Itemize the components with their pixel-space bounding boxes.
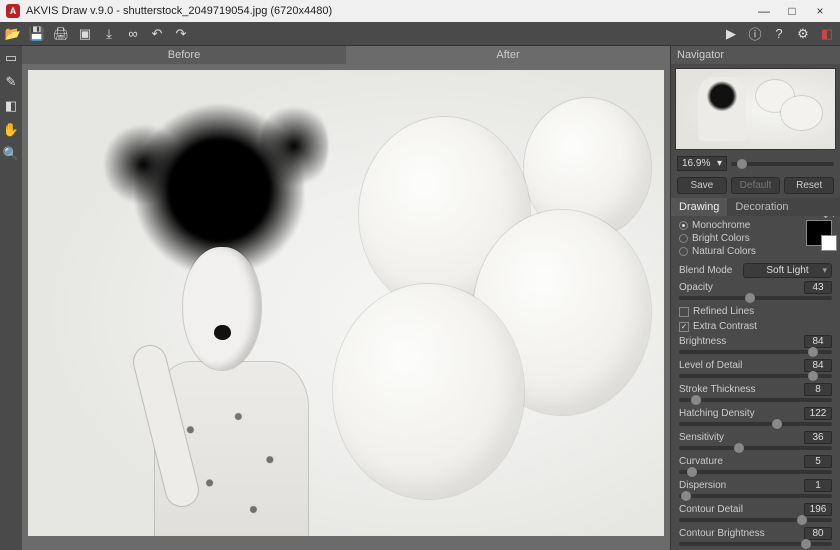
subtab-decoration[interactable]: Decoration (727, 198, 796, 216)
radio-natural-colors[interactable]: Natural Colors (679, 246, 756, 257)
reset-button[interactable]: Reset (784, 177, 834, 194)
batch-icon[interactable]: ▣ (76, 25, 94, 43)
preview-image (28, 70, 664, 536)
canvas-footer (22, 542, 670, 550)
contour-detail-slider[interactable] (679, 518, 832, 522)
stroke-thickness-slider[interactable] (679, 398, 832, 402)
navigator-thumbnail[interactable] (675, 68, 836, 150)
save-icon[interactable]: 💾 (28, 25, 46, 43)
close-button[interactable]: × (806, 4, 834, 18)
blend-mode-label: Blend Mode (679, 265, 737, 276)
notify-icon[interactable]: ◧ (818, 25, 836, 43)
tab-after[interactable]: After (346, 46, 670, 64)
pointer-tool-icon[interactable]: ▭ (3, 50, 19, 66)
titlebar: A AKVIS Draw v.9.0 - shutterstock_204971… (0, 0, 840, 22)
help-icon[interactable]: ? (770, 25, 788, 43)
redo-icon[interactable]: ↷ (172, 25, 190, 43)
view-tabs: Before After (22, 46, 670, 64)
checkbox-refined-lines[interactable]: Refined Lines (671, 304, 840, 319)
dispersion-slider[interactable] (679, 494, 832, 498)
open-icon[interactable]: 📂 (4, 25, 22, 43)
export-icon[interactable]: ⤓ (100, 25, 118, 43)
maximize-button[interactable]: □ (778, 4, 806, 18)
level-of-detail-slider[interactable] (679, 374, 832, 378)
left-toolbar: ▭ ✎ ◧ ✋ 🔍 (0, 46, 22, 550)
info-icon[interactable]: ⓘ (746, 25, 764, 43)
parameters-panel: Monochrome Bright Colors Natural Colors … (671, 216, 840, 550)
param-level-of-detail: Level of Detail84 (671, 358, 840, 382)
param-hatching-density: Hatching Density122 (671, 406, 840, 430)
param-curvature: Curvature5 (671, 454, 840, 478)
print-icon[interactable]: 🖨 (52, 25, 70, 43)
brush-tool-icon[interactable]: ✎ (3, 74, 19, 90)
contour-brightness-slider[interactable] (679, 542, 832, 546)
hatching-density-slider[interactable] (679, 422, 832, 426)
settings-icon[interactable]: ⚙ (794, 25, 812, 43)
param-dispersion: Dispersion1 (671, 478, 840, 502)
default-button[interactable]: Default (731, 177, 781, 194)
window-title: AKVIS Draw v.9.0 - shutterstock_20497190… (26, 5, 750, 17)
run-icon[interactable]: ▶ (722, 25, 740, 43)
color-swatch[interactable] (806, 220, 832, 246)
top-toolbar: 📂 💾 🖨 ▣ ⤓ ∞ ↶ ↷ ▶ ⓘ ? ⚙ ◧ (0, 22, 840, 46)
right-panel: Navigator 16.9%▾ Save Default Reset Draw… (670, 46, 840, 550)
hand-tool-icon[interactable]: ✋ (3, 122, 19, 138)
canvas-area: Before After (22, 46, 670, 550)
opacity-slider[interactable] (679, 296, 832, 300)
canvas[interactable] (22, 64, 670, 542)
param-stroke-thickness: Stroke Thickness8 (671, 382, 840, 406)
brightness-slider[interactable] (679, 350, 832, 354)
blend-mode-select[interactable]: Soft Light (743, 263, 832, 278)
subtab-drawing[interactable]: Drawing (671, 198, 727, 216)
radio-bright-colors[interactable]: Bright Colors (679, 233, 756, 244)
radio-monochrome[interactable]: Monochrome (679, 220, 756, 231)
zoom-value[interactable]: 16.9%▾ (677, 156, 727, 171)
zoom-slider[interactable] (731, 162, 834, 166)
app-logo: A (6, 4, 20, 18)
chevron-down-icon: ▾ (717, 158, 722, 169)
param-brightness: Brightness84 (671, 334, 840, 358)
share-icon[interactable]: ∞ (124, 25, 142, 43)
minimize-button[interactable]: — (750, 4, 778, 18)
sensitivity-slider[interactable] (679, 446, 832, 450)
save-preset-button[interactable]: Save (677, 177, 727, 194)
checkbox-extra-contrast[interactable]: ✓Extra Contrast (671, 319, 840, 334)
param-sensitivity: Sensitivity36 (671, 430, 840, 454)
param-contour-brightness: Contour Brightness80 (671, 526, 840, 550)
param-contour-detail: Contour Detail196 (671, 502, 840, 526)
navigator-header: Navigator (671, 46, 840, 64)
zoom-tool-icon[interactable]: 🔍 (3, 146, 19, 162)
curvature-slider[interactable] (679, 470, 832, 474)
eraser-tool-icon[interactable]: ◧ (3, 98, 19, 114)
tab-before[interactable]: Before (22, 46, 346, 64)
param-opacity: Opacity43 (671, 280, 840, 304)
undo-icon[interactable]: ↶ (148, 25, 166, 43)
